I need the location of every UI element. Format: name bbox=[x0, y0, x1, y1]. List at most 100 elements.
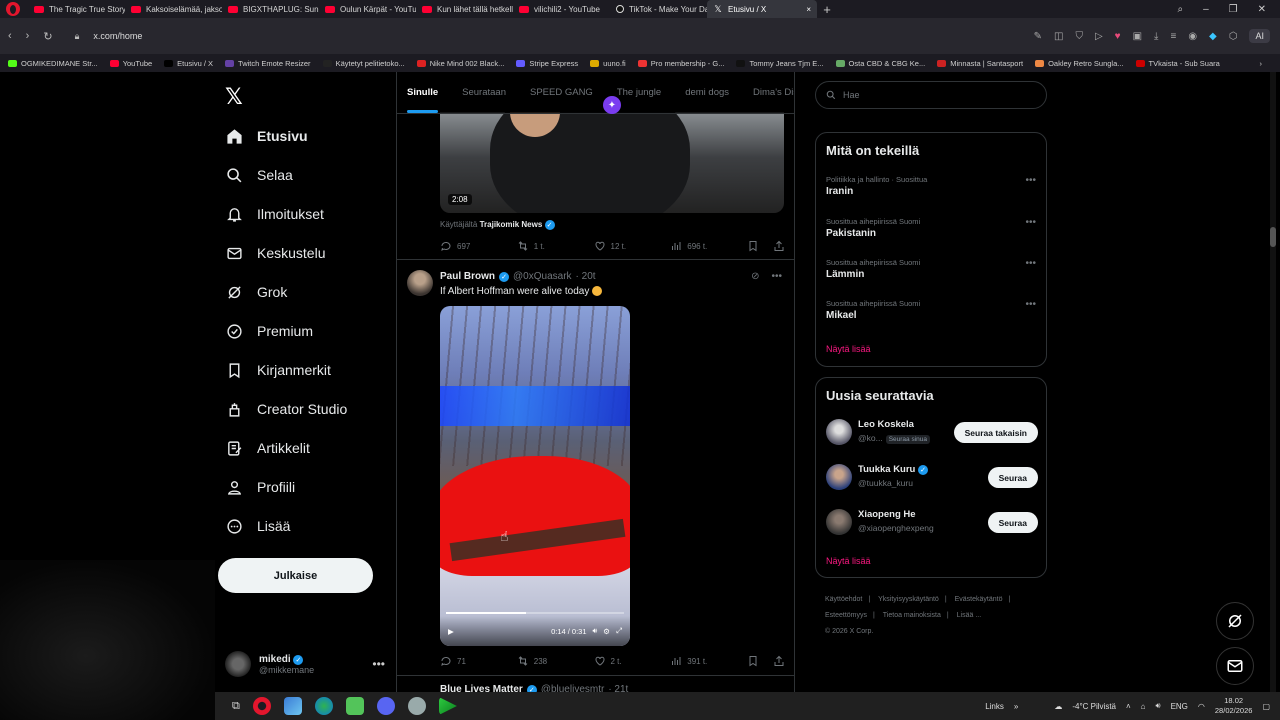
task-view-icon[interactable]: ⧉ bbox=[232, 700, 240, 713]
browser-tab[interactable]: BIGXTHAPLUG: Sundae C bbox=[222, 0, 319, 18]
follow-button[interactable]: Seuraa bbox=[987, 467, 1038, 488]
browser-tab[interactable]: Oulun Kärpät - YouTube bbox=[319, 0, 416, 18]
x-logo-icon[interactable]: 𝕏 bbox=[225, 84, 243, 110]
account-icon[interactable]: ◉ bbox=[1188, 31, 1197, 42]
video-player[interactable]: ▶ 0:14 / 0:31 🔊︎ ⚙ ⤢ bbox=[440, 306, 630, 646]
chevron-up-icon[interactable]: ˄ bbox=[1126, 702, 1131, 711]
cube-icon[interactable]: ⬡ bbox=[1229, 31, 1238, 42]
reply-button[interactable]: 697 bbox=[440, 240, 517, 252]
more-options-icon[interactable]: ••• bbox=[1025, 258, 1036, 269]
maximize-icon[interactable]: ❐ bbox=[1229, 4, 1238, 15]
language-indicator[interactable]: ENG bbox=[1171, 702, 1188, 711]
nav-item-articles[interactable]: Artikkelit bbox=[226, 435, 310, 461]
reload-icon[interactable]: ↻ bbox=[43, 30, 52, 43]
shield-icon[interactable]: ⛉ bbox=[1075, 31, 1083, 42]
new-tab-button[interactable]: + bbox=[817, 2, 837, 17]
post-video-thumbnail[interactable]: 2:08 bbox=[440, 112, 784, 213]
bookmark-icon[interactable] bbox=[747, 240, 759, 252]
more-options-icon[interactable]: ••• bbox=[1025, 299, 1036, 310]
opera-taskbar-icon[interactable] bbox=[252, 697, 271, 715]
post-time[interactable]: · 21t bbox=[608, 684, 628, 692]
bookmark-item[interactable]: TVkaista - Sub Suara bbox=[1135, 59, 1220, 68]
more-options-icon[interactable]: ••• bbox=[1025, 217, 1036, 228]
nav-item-home[interactable]: Etusivu bbox=[226, 123, 308, 149]
grok-sparkle-icon[interactable]: ✦ bbox=[603, 96, 621, 114]
repost-button[interactable]: 238 bbox=[517, 655, 594, 667]
tab-following[interactable]: Seurataan bbox=[462, 87, 506, 98]
nav-item-messages[interactable]: Keskustelu bbox=[226, 240, 325, 266]
grok-fab-button[interactable] bbox=[1216, 602, 1254, 640]
ai-button[interactable]: AI bbox=[1249, 29, 1270, 43]
more-options-icon[interactable]: ••• bbox=[372, 657, 385, 671]
menu-icon[interactable]: ≡ bbox=[1170, 31, 1176, 42]
trend-item[interactable]: Politiikka ja hallinto · Suosittua Iranin… bbox=[826, 175, 1038, 197]
show-more-link[interactable]: Näytä lisää bbox=[826, 556, 871, 566]
bookmark-item[interactable]: OGMIKEDIMANE Str... bbox=[8, 59, 98, 68]
footer-link[interactable]: Käyttöehdot bbox=[825, 596, 862, 603]
nav-item-premium[interactable]: Premium bbox=[226, 318, 313, 344]
edge-icon[interactable] bbox=[314, 697, 333, 715]
grok-icon[interactable]: ⊘ bbox=[751, 271, 759, 282]
file-explorer-icon[interactable] bbox=[283, 697, 302, 715]
camera-icon[interactable]: ◫ bbox=[1054, 31, 1063, 42]
settings-icon[interactable]: ⚙ bbox=[603, 627, 610, 636]
heart-icon[interactable]: ♥ bbox=[1115, 31, 1121, 42]
nav-item-explore[interactable]: Selaa bbox=[226, 162, 293, 188]
nav-item-notifications[interactable]: Ilmoitukset bbox=[226, 201, 324, 227]
follow-suggestion[interactable]: Tuukka Kuru ✓ @tuukka_kuru Seuraa bbox=[826, 464, 1038, 494]
play-app-icon[interactable] bbox=[438, 697, 457, 715]
trend-item[interactable]: Suosittua aihepiirissä Suomi Mikael ••• bbox=[826, 299, 1038, 321]
repost-button[interactable]: 1 t. bbox=[517, 240, 594, 252]
bookmark-item[interactable]: YouTube bbox=[109, 59, 152, 68]
fullscreen-icon[interactable]: ⤢ bbox=[616, 626, 622, 636]
forward-icon[interactable]: › bbox=[26, 30, 30, 42]
tab-demi-dogs[interactable]: demi dogs bbox=[685, 87, 729, 98]
video-progress-bar[interactable] bbox=[446, 612, 624, 614]
more-options-icon[interactable]: ••• bbox=[771, 271, 782, 282]
browser-tab[interactable]: Kun lähet tällä hetkellä uli bbox=[416, 0, 513, 18]
scrollbar-thumb[interactable] bbox=[1270, 227, 1276, 247]
app-icon[interactable] bbox=[345, 697, 364, 715]
account-switcher[interactable]: mikedi ✓ @mikkemane ••• bbox=[225, 644, 385, 684]
browser-tab[interactable]: Kaksoiselämää, jakso 4 - Y bbox=[125, 0, 222, 18]
reply-button[interactable]: 71 bbox=[440, 655, 517, 667]
footer-link[interactable]: Evästekäytäntö bbox=[955, 596, 1003, 603]
wifi-icon[interactable]: ◠ bbox=[1198, 702, 1205, 711]
tab-dimas-dist[interactable]: Dima's Dist bbox=[753, 87, 794, 98]
discord-icon[interactable] bbox=[376, 697, 395, 715]
url-field[interactable]: x.com/home bbox=[93, 31, 142, 41]
browser-tab[interactable]: TikTok - Make Your Day bbox=[610, 0, 707, 18]
links-toolbar[interactable]: Links bbox=[985, 702, 1004, 711]
page-scrollbar[interactable] bbox=[1270, 72, 1276, 692]
bookmark-item[interactable]: Osta CBD & CBG Ke... bbox=[835, 59, 925, 68]
author-name[interactable]: Blue Lives Matter bbox=[440, 684, 523, 692]
trend-item[interactable]: Suosittua aihepiirissä Suomi Lämmin ••• bbox=[826, 258, 1038, 280]
bookmark-item[interactable]: Twitch Emote Resizer bbox=[225, 59, 311, 68]
tab-for-you[interactable]: Sinulle bbox=[407, 87, 439, 113]
notifications-icon[interactable]: ▢ bbox=[1262, 702, 1270, 711]
tab-the-jungle[interactable]: The jungle bbox=[617, 87, 661, 98]
like-button[interactable]: 12 t. bbox=[594, 240, 671, 252]
speaker-icon[interactable]: 🔊︎ bbox=[1156, 701, 1161, 711]
nav-item-bookmarks[interactable]: Kirjanmerkit bbox=[226, 357, 331, 383]
bookmark-item[interactable]: Nike Mind 002 Black... bbox=[416, 59, 504, 68]
bookmark-item[interactable]: Käytetyt pelitietoko... bbox=[322, 59, 405, 68]
bookmarks-overflow-icon[interactable]: › bbox=[1260, 59, 1280, 68]
browser-tab[interactable]: vilichili2 - YouTube bbox=[513, 0, 610, 18]
author-handle[interactable]: @bluelivesmtr bbox=[541, 684, 605, 692]
post-button[interactable]: Julkaise bbox=[218, 558, 373, 593]
nav-item-profile[interactable]: Profiili bbox=[226, 474, 295, 500]
extension-icon[interactable]: ◆ bbox=[1209, 31, 1217, 42]
nav-item-more[interactable]: Lisää bbox=[226, 513, 290, 539]
nav-item-creator-studio[interactable]: Creator Studio bbox=[226, 396, 347, 422]
tab-speed-gang[interactable]: SPEED GANG bbox=[530, 87, 593, 98]
follow-button[interactable]: Seuraa bbox=[987, 512, 1038, 533]
bookmark-item[interactable]: Pro membership - G... bbox=[637, 59, 724, 68]
play-icon[interactable]: ▶ bbox=[448, 627, 454, 636]
bookmark-item[interactable]: Oakley Retro Sungla... bbox=[1035, 59, 1124, 68]
like-button[interactable]: 2 t. bbox=[594, 655, 671, 667]
lock-icon[interactable]: 🔒︎ bbox=[75, 31, 80, 42]
close-window-icon[interactable]: ✕ bbox=[1258, 4, 1266, 15]
volume-icon[interactable]: 🔊︎ bbox=[593, 626, 598, 636]
views-button[interactable]: 696 t. bbox=[670, 240, 747, 252]
